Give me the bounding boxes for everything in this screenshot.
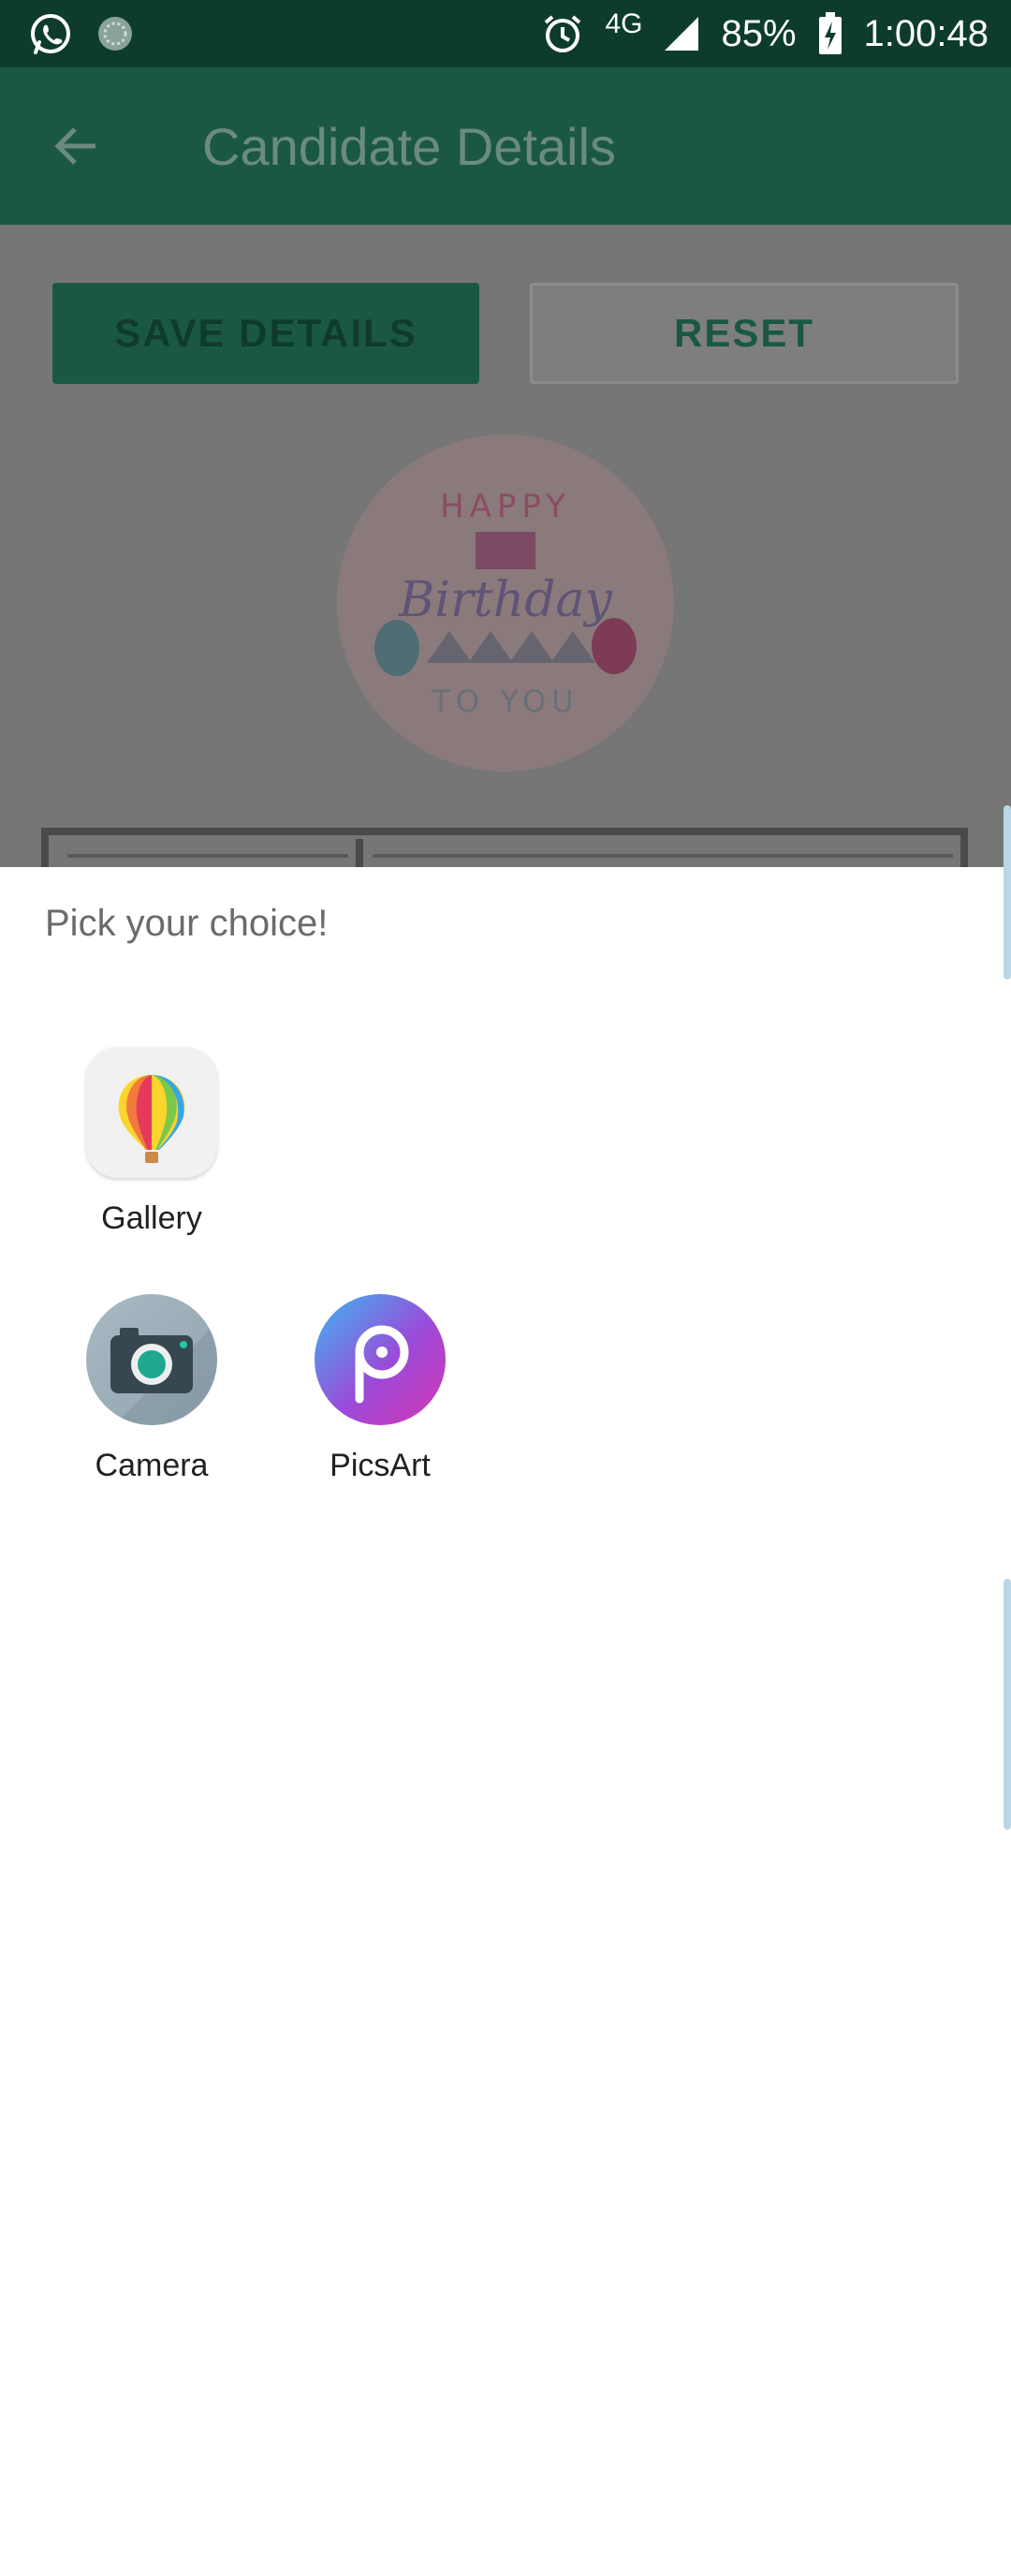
birthday-line3: TO YOU xyxy=(431,684,579,719)
birthday-line1: HAPPY xyxy=(440,488,571,525)
app-bar: Candidate Details xyxy=(0,67,1011,225)
alarm-icon xyxy=(545,15,581,52)
app-label-camera: Camera xyxy=(95,1448,209,1483)
network-type: 4G xyxy=(605,8,643,39)
reset-button[interactable]: RESET xyxy=(530,283,959,384)
page-title: Candidate Details xyxy=(202,117,617,176)
scroll-handle-bottom[interactable] xyxy=(1004,1579,1011,1830)
birthday-line2: Birthday xyxy=(398,572,612,628)
scroll-handle-top[interactable] xyxy=(1004,805,1011,979)
app-option-camera[interactable]: Camera xyxy=(49,1294,255,1484)
app-option-picsart[interactable]: PicsArt xyxy=(277,1294,483,1484)
sync-icon xyxy=(98,17,132,51)
app-option-gallery[interactable]: Gallery xyxy=(49,1047,255,1237)
dimmed-content[interactable]: SAVE DETAILS RESET HAPPY Birthday TO YOU xyxy=(0,225,1011,891)
clock: 1:00:48 xyxy=(863,12,989,54)
candidate-photo[interactable]: HAPPY Birthday TO YOU xyxy=(337,434,674,772)
chooser-title: Pick your choice! xyxy=(45,903,329,944)
birthday-illustration: HAPPY Birthday TO YOU xyxy=(374,488,637,719)
arrow-back-icon[interactable] xyxy=(49,118,105,174)
battery-charging-icon xyxy=(818,12,842,54)
app-label-picsart: PicsArt xyxy=(330,1448,431,1483)
app-label-gallery: Gallery xyxy=(101,1200,202,1236)
camera-icon xyxy=(86,1294,217,1425)
status-bar: 4G 85% 1:00:48 xyxy=(0,0,1011,67)
battery-percent: 85% xyxy=(721,12,797,54)
picsart-icon xyxy=(315,1294,446,1425)
signal-icon xyxy=(665,17,699,51)
save-details-button[interactable]: SAVE DETAILS xyxy=(52,283,479,384)
gallery-balloon-icon xyxy=(86,1047,217,1178)
whatsapp-icon xyxy=(31,14,70,54)
app-chooser-sheet: Pick your choice! Gallery Camera PicsArt xyxy=(0,805,1011,2576)
